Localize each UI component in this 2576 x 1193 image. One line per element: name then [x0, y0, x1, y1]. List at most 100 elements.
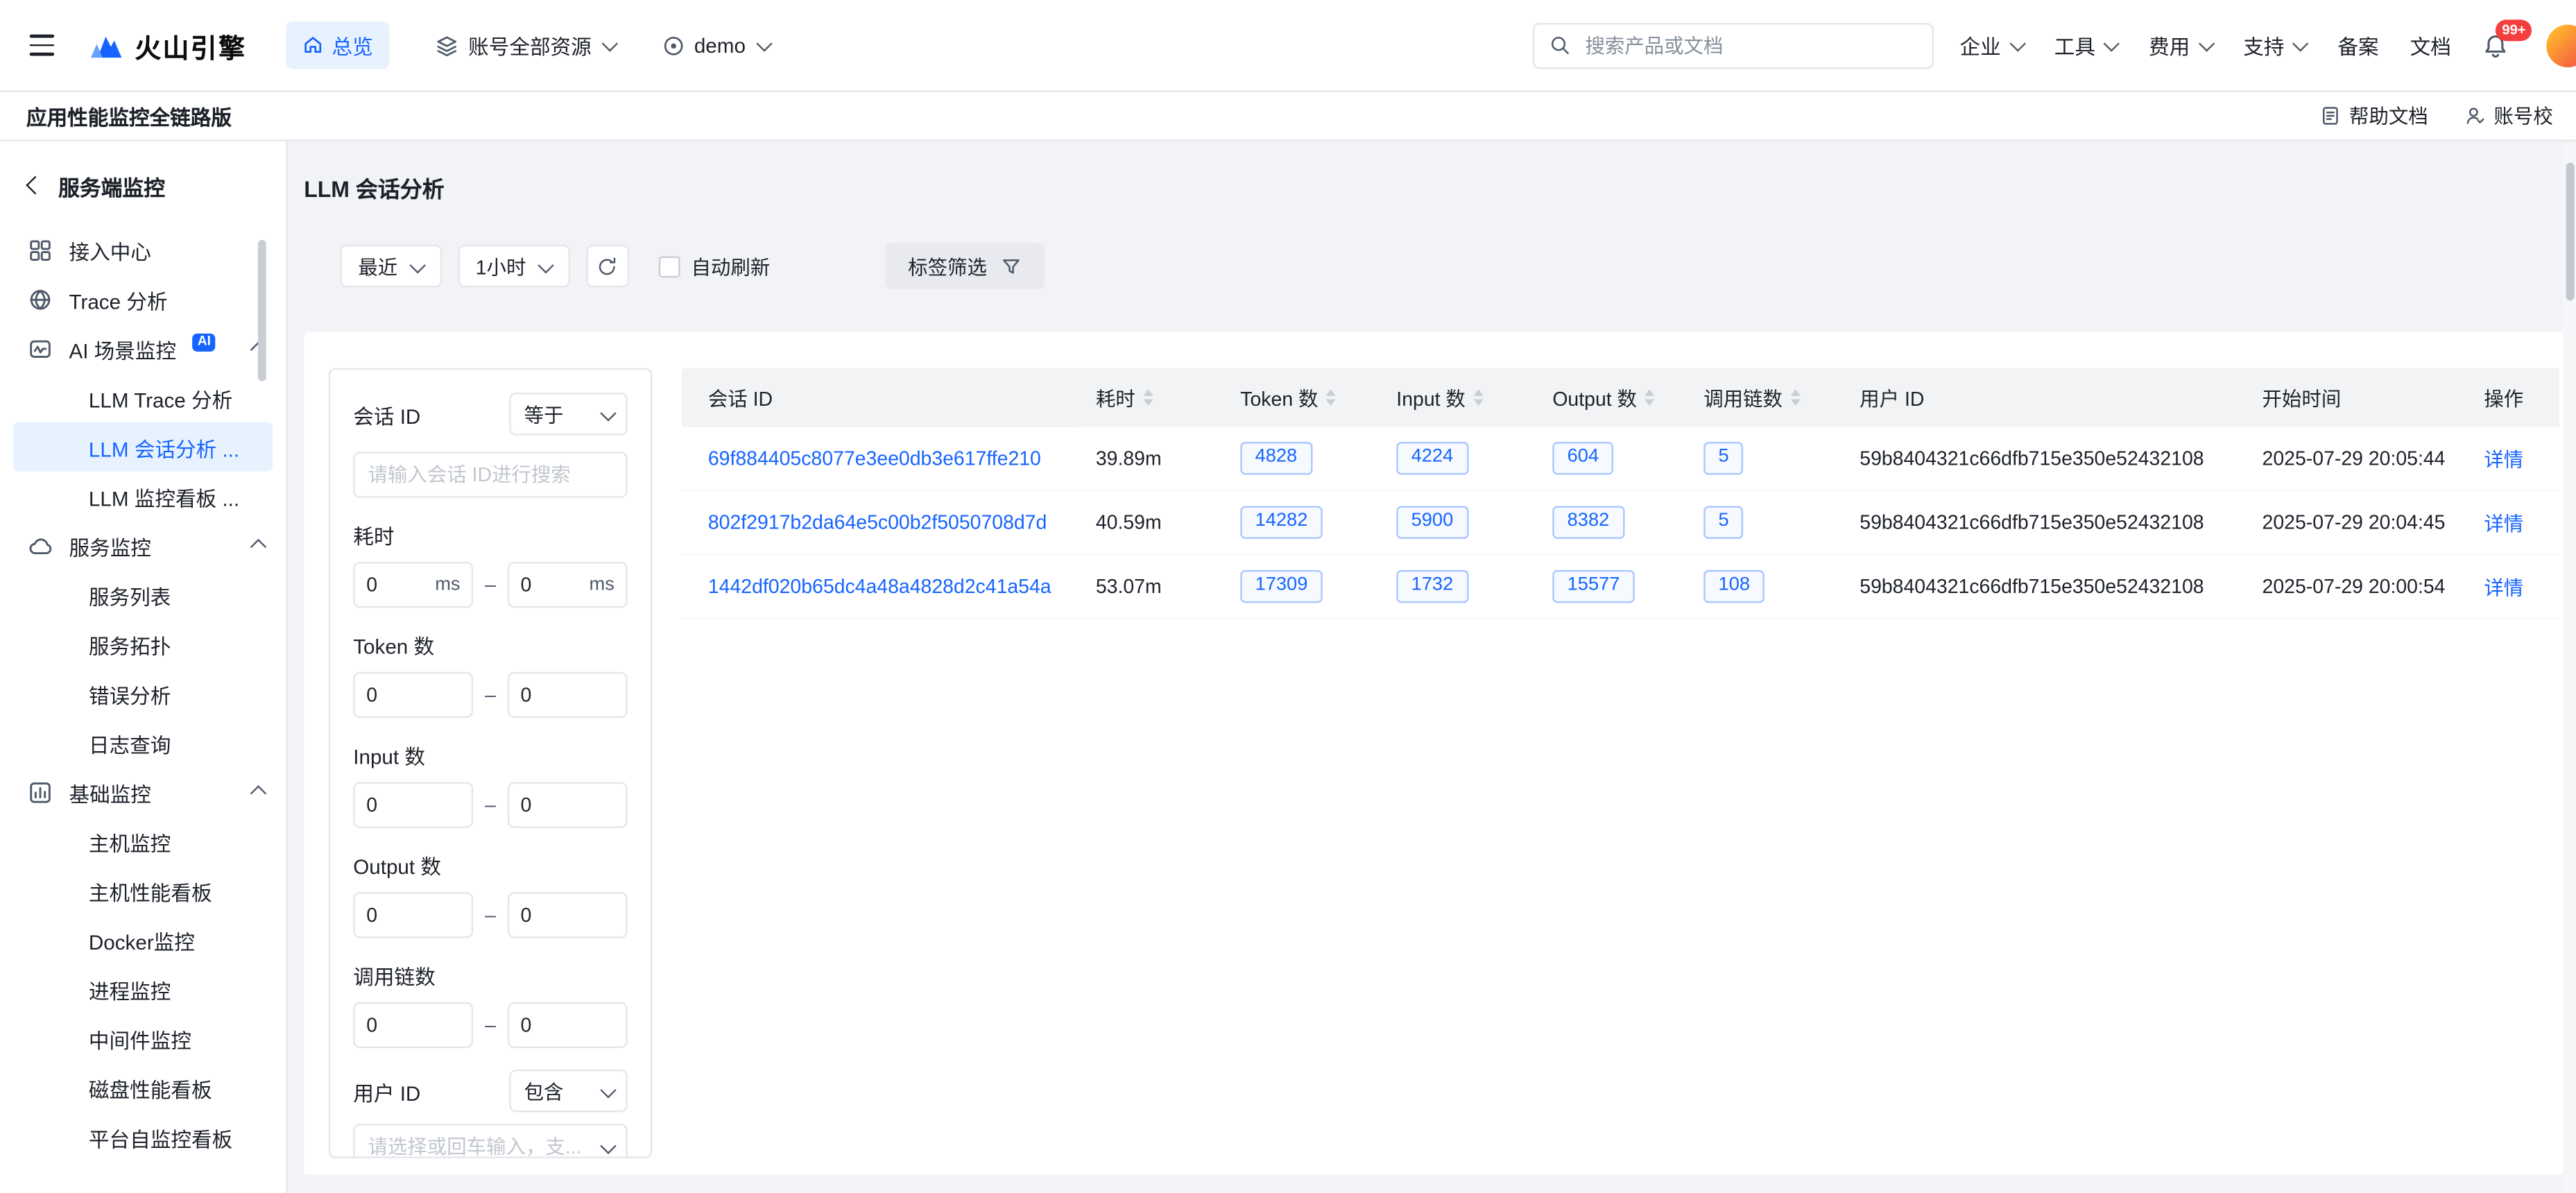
- user-id-input[interactable]: [368, 1135, 599, 1158]
- project-dropdown[interactable]: demo: [661, 34, 769, 57]
- menu-billing[interactable]: 费用: [2149, 30, 2212, 61]
- auto-refresh-toggle[interactable]: 自动刷新: [658, 252, 770, 280]
- sidebar-item-basic-monitoring[interactable]: 基础监控: [0, 767, 286, 816]
- token-count-badge[interactable]: 17309: [1240, 570, 1322, 602]
- token-max-input[interactable]: [520, 683, 614, 706]
- user-id-combo[interactable]: [353, 1124, 628, 1158]
- sidebar-item-llm-dashboard[interactable]: LLM 监控看板 ...: [13, 472, 273, 521]
- session-id-link[interactable]: 802f2917b2da64e5c00b2f5050708d7d: [708, 511, 1047, 534]
- time-mode-select[interactable]: 最近: [340, 245, 441, 288]
- sidebar-item-trace-analysis[interactable]: Trace 分析: [0, 275, 286, 324]
- token-count-badge[interactable]: 14282: [1240, 506, 1322, 538]
- chain-count-badge[interactable]: 5: [1703, 506, 1744, 538]
- chain-count-badge[interactable]: 5: [1703, 443, 1744, 474]
- col-tokens: Token 数: [1221, 368, 1377, 427]
- input-count-badge[interactable]: 1732: [1396, 570, 1468, 602]
- sidebar-item-error-analysis[interactable]: 错误分析: [13, 669, 273, 718]
- chains-max-input[interactable]: [520, 1013, 614, 1036]
- duration-unit: ms: [590, 575, 615, 594]
- duration-min-input[interactable]: [366, 574, 429, 596]
- sidebar-item-service-monitoring[interactable]: 服务监控: [0, 521, 286, 570]
- page-scrollbar[interactable]: [2563, 143, 2576, 1193]
- main-content: LLM 会话分析 最近 1小时 自动刷新: [288, 141, 2576, 1193]
- refresh-button[interactable]: [586, 245, 629, 288]
- overview-button[interactable]: 总览: [286, 22, 389, 69]
- session-id-link[interactable]: 69f884405c8077e3ee0db3e617ffe210: [708, 447, 1041, 470]
- chevron-down-icon: [600, 1138, 615, 1153]
- tag-filter-button[interactable]: 标签筛选: [885, 243, 1045, 289]
- auto-refresh-checkbox[interactable]: [658, 255, 680, 277]
- output-count-badge[interactable]: 8382: [1552, 506, 1624, 538]
- sort-icon[interactable]: [1326, 389, 1336, 406]
- global-search[interactable]: [1533, 22, 1934, 68]
- sidebar-item-llm-trace-analysis[interactable]: LLM Trace 分析: [13, 373, 273, 422]
- session-id-link[interactable]: 1442df020b65dc4a48a4828d2c41a54a: [708, 575, 1051, 598]
- bar-chart-icon: [28, 780, 53, 805]
- output-count-badge[interactable]: 15577: [1552, 570, 1634, 602]
- hamburger-menu-icon[interactable]: [19, 26, 64, 65]
- sort-icon[interactable]: [1144, 389, 1153, 406]
- cloud-icon: [28, 533, 53, 558]
- table-row[interactable]: 69f884405c8077e3ee0db3e617ffe210 39.89m …: [682, 427, 2559, 490]
- sidebar-item-service-list[interactable]: 服务列表: [13, 570, 273, 619]
- sort-icon[interactable]: [1645, 389, 1655, 406]
- sidebar-item-middleware-monitoring[interactable]: 中间件监控: [13, 1013, 273, 1063]
- sidebar-scrollbar[interactable]: [258, 240, 266, 381]
- start-time-value: 2025-07-29 20:04:45: [2262, 511, 2446, 534]
- user-id-operator-select[interactable]: 包含: [509, 1070, 628, 1113]
- input-count-badge[interactable]: 5900: [1396, 506, 1468, 538]
- output-max-input[interactable]: [520, 904, 614, 927]
- sidebar-item-access-center[interactable]: 接入中心: [0, 225, 286, 274]
- user-check-icon: [2464, 105, 2486, 127]
- menu-tools[interactable]: 工具: [2054, 30, 2118, 61]
- sidebar-item-ai-monitoring[interactable]: AI 场景监控 AI: [0, 324, 286, 373]
- input-min-input[interactable]: [366, 793, 460, 816]
- subheader-right: 帮助文档 账号校: [2319, 102, 2552, 130]
- help-docs-link[interactable]: 帮助文档: [2319, 102, 2428, 130]
- chain-count-badge[interactable]: 108: [1703, 570, 1764, 602]
- sidebar-item-process-monitoring[interactable]: 进程监控: [13, 964, 273, 1013]
- menu-support[interactable]: 支持: [2243, 30, 2306, 61]
- token-min-input[interactable]: [366, 683, 460, 706]
- sidebar-item-llm-session-analysis[interactable]: LLM 会话分析 ...: [13, 422, 273, 472]
- time-range-select[interactable]: 1小时: [458, 245, 570, 288]
- output-count-badge[interactable]: 604: [1552, 443, 1613, 474]
- sidebar-back-button[interactable]: 服务端监控: [0, 164, 286, 225]
- chevron-left-icon: [27, 176, 44, 194]
- input-count-badge[interactable]: 4224: [1396, 443, 1468, 474]
- link-docs[interactable]: 文档: [2410, 30, 2451, 61]
- link-beian[interactable]: 备案: [2337, 30, 2378, 61]
- sidebar-item-host-monitoring[interactable]: 主机监控: [13, 816, 273, 866]
- sidebar-item-docker-monitoring[interactable]: Docker监控: [13, 915, 273, 964]
- sidebar-item-log-query[interactable]: 日志查询: [13, 718, 273, 767]
- search-input[interactable]: [1582, 32, 1917, 58]
- resource-scope-dropdown[interactable]: 账号全部资源: [436, 30, 615, 61]
- notifications-button[interactable]: 99+: [2482, 32, 2515, 58]
- sort-icon[interactable]: [1791, 389, 1801, 406]
- col-input: Input 数: [1377, 368, 1533, 427]
- scrollbar-thumb[interactable]: [2566, 162, 2574, 300]
- menu-enterprise[interactable]: 企业: [1960, 30, 2023, 61]
- chains-min-input[interactable]: [366, 1013, 460, 1036]
- avatar[interactable]: [2546, 24, 2576, 67]
- table-row[interactable]: 802f2917b2da64e5c00b2f5050708d7d 40.59m …: [682, 490, 2559, 554]
- duration-max-input[interactable]: [520, 574, 583, 596]
- col-actions: 操作: [2464, 368, 2559, 427]
- detail-link[interactable]: 详情: [2484, 447, 2523, 470]
- sidebar-item-host-performance[interactable]: 主机性能看板: [13, 866, 273, 915]
- sidebar-item-platform-self-monitoring[interactable]: 平台自监控看板: [13, 1113, 273, 1162]
- output-min-input[interactable]: [366, 904, 460, 927]
- input-max-input[interactable]: [520, 793, 614, 816]
- table-row[interactable]: 1442df020b65dc4a48a4828d2c41a54a 53.07m …: [682, 554, 2559, 618]
- session-id-input[interactable]: [353, 452, 628, 497]
- account-check-link[interactable]: 账号校: [2464, 102, 2553, 130]
- start-time-value: 2025-07-29 20:00:54: [2262, 575, 2446, 598]
- detail-link[interactable]: 详情: [2484, 576, 2523, 599]
- detail-link[interactable]: 详情: [2484, 512, 2523, 535]
- session-id-operator-select[interactable]: 等于: [509, 393, 628, 436]
- token-count-badge[interactable]: 4828: [1240, 443, 1312, 474]
- brand-logo[interactable]: 火山引擎: [87, 26, 247, 65]
- sidebar-item-service-topology[interactable]: 服务拓扑: [13, 619, 273, 669]
- sort-icon[interactable]: [1474, 389, 1484, 406]
- sidebar-item-disk-performance[interactable]: 磁盘性能看板: [13, 1063, 273, 1112]
